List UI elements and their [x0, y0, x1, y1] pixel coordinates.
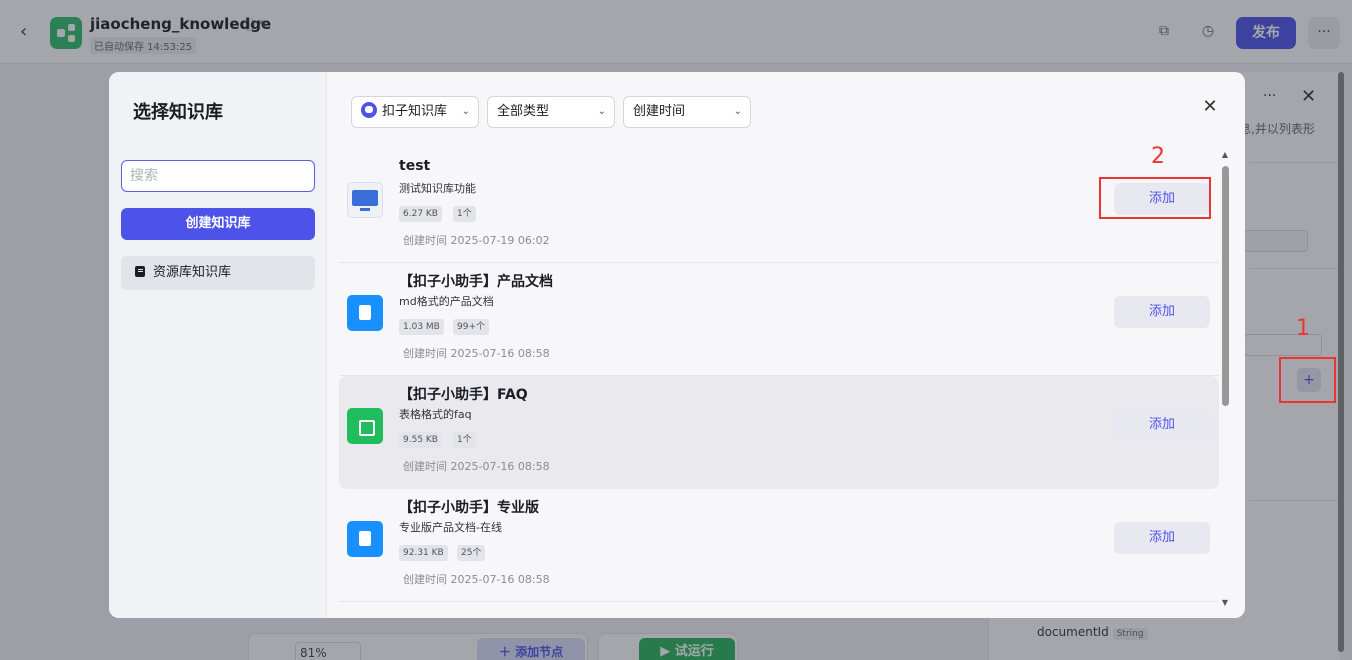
item-name: 【扣子小助手】产品文档: [399, 274, 553, 290]
search-input[interactable]: [121, 160, 315, 192]
chevron-down-icon: ⌄: [733, 106, 742, 117]
list-item[interactable]: 【扣子小助手】专业版 专业版产品文档-在线 92.31 KB 25个 创建时间 …: [339, 489, 1219, 602]
type-filter-label: 全部类型: [497, 104, 550, 119]
count-badge: 1个: [453, 432, 476, 448]
select-knowledge-modal: 选择知识库 创建知识库 资源库知识库 扣子知识库 ⌄ 全部类型 ⌄ 创建时间 ⌄…: [109, 72, 1245, 618]
add-button[interactable]: 添加: [1114, 296, 1210, 328]
list-item[interactable]: test 测试知识库功能 6.27 KB 1个 创建时间 2025-07-19 …: [339, 150, 1219, 263]
item-desc: 表格格式的faq: [399, 408, 472, 421]
source-filter-label: 扣子知识库: [382, 104, 448, 119]
list-scrollbar[interactable]: ▲ ▼: [1221, 150, 1229, 610]
image-kb-icon: [347, 182, 383, 218]
type-filter[interactable]: 全部类型 ⌄: [487, 96, 615, 128]
item-name: 【扣子小助手】专业版: [399, 500, 539, 516]
size-badge: 6.27 KB: [399, 206, 442, 222]
doc-icon: [347, 295, 383, 331]
close-icon[interactable]: ✕: [1199, 96, 1221, 118]
library-icon: [135, 266, 145, 277]
list-item[interactable]: 【扣子小助手】FAQ 表格格式的faq 9.55 KB 1个 创建时间 2025…: [339, 376, 1219, 489]
count-badge: 1个: [453, 206, 476, 222]
created-time: 创建时间 2025-07-16 08:58: [403, 573, 550, 586]
annotation-box-2: [1099, 177, 1211, 219]
scroll-up-icon[interactable]: ▲: [1221, 150, 1229, 159]
item-name: 【扣子小助手】FAQ: [399, 387, 528, 403]
count-badge: 25个: [457, 545, 486, 561]
sort-filter[interactable]: 创建时间 ⌄: [623, 96, 751, 128]
item-name: test: [399, 158, 431, 174]
item-desc: 专业版产品文档-在线: [399, 521, 502, 534]
created-time: 创建时间 2025-07-16 08:58: [403, 347, 550, 360]
list-item[interactable]: 【扣子小助手】产品文档 md格式的产品文档 1.03 MB 99+个 创建时间 …: [339, 263, 1219, 376]
size-badge: 92.31 KB: [399, 545, 448, 561]
item-desc: md格式的产品文档: [399, 295, 494, 308]
knowledge-list: test 测试知识库功能 6.27 KB 1个 创建时间 2025-07-19 …: [339, 150, 1219, 618]
modal-title: 选择知识库: [133, 102, 223, 123]
created-time: 创建时间 2025-07-19 06:02: [403, 234, 550, 247]
sheet-icon: [347, 408, 383, 444]
chevron-down-icon: ⌄: [461, 106, 470, 117]
size-badge: 9.55 KB: [399, 432, 442, 448]
sidebar-item-resource-library[interactable]: 资源库知识库: [121, 256, 315, 290]
sort-filter-label: 创建时间: [633, 104, 686, 119]
created-time: 创建时间 2025-07-16 08:58: [403, 460, 550, 473]
add-button[interactable]: 添加: [1114, 409, 1210, 441]
sidebar-item-label: 资源库知识库: [153, 265, 232, 280]
doc-icon: [347, 521, 383, 557]
size-badge: 1.03 MB: [399, 319, 444, 335]
create-knowledge-button[interactable]: 创建知识库: [121, 208, 315, 240]
chevron-down-icon: ⌄: [597, 106, 606, 117]
count-badge: 99+个: [453, 319, 489, 335]
annotation-box-1: [1279, 357, 1336, 403]
add-button[interactable]: 添加: [1114, 522, 1210, 554]
modal-sidebar: 选择知识库 创建知识库 资源库知识库: [109, 72, 327, 618]
annotation-number-2: 2: [1151, 144, 1165, 169]
source-filter[interactable]: 扣子知识库 ⌄: [351, 96, 479, 128]
scroll-down-icon[interactable]: ▼: [1221, 598, 1229, 607]
scroll-thumb[interactable]: [1222, 166, 1229, 406]
annotation-number-1: 1: [1296, 316, 1310, 341]
item-desc: 测试知识库功能: [399, 182, 476, 195]
kouzi-icon: [361, 102, 377, 118]
